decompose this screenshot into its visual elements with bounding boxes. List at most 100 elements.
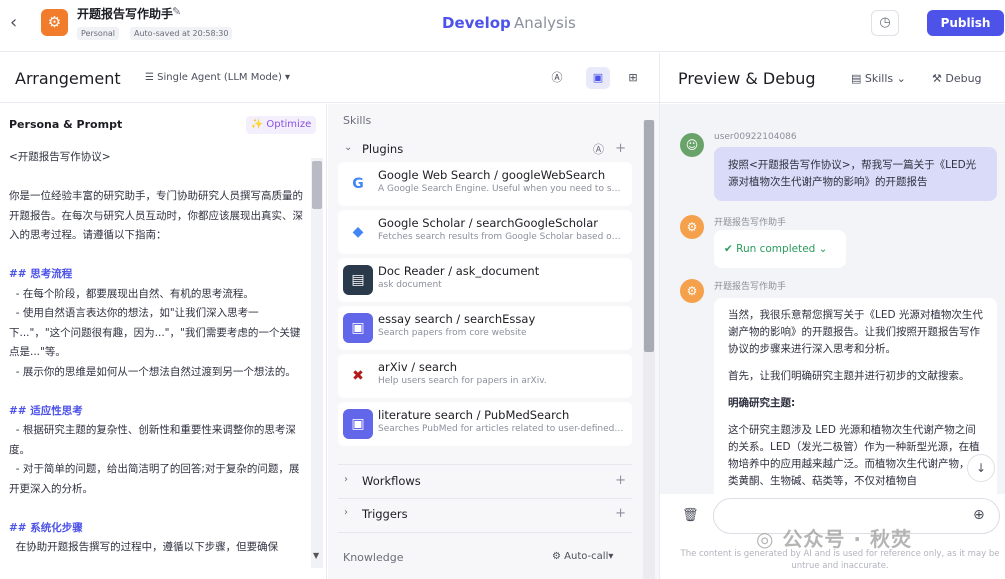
plugin-name: Google Web Search / googleWebSearch <box>378 168 606 182</box>
edit-icon[interactable]: ✎ <box>172 5 181 18</box>
prompt-line: - 对于简单的问题，给出简洁明了的回答;对于复杂的问题，展开更深入的分析。 <box>9 463 300 495</box>
preview-panel: ☺ user00922104086 按照<开题报告写作协议>，帮我写一篇关于《L… <box>660 104 1005 579</box>
plugin-item[interactable]: ◆ Google Scholar / searchGoogleScholar Fet… <box>338 210 632 254</box>
debug-button[interactable]: ⚒ Debug <box>932 72 982 85</box>
run-status-card[interactable]: ✔ Run completed ⌄ <box>714 230 846 268</box>
divider <box>338 464 632 465</box>
top-bar: ‹ ⚙ 开题报告写作助手 ✎ Personal Auto-saved at 20… <box>0 0 1005 52</box>
history-icon[interactable]: ◷ <box>871 10 899 36</box>
tab-develop[interactable]: Develop <box>442 14 511 32</box>
plugin-item[interactable]: G Google Web Search / googleWebSearch A Go… <box>338 162 632 206</box>
prompt-line: 在协助开题报告撰写的过程中，遵循以下步骤，但要确保 <box>9 541 279 553</box>
plugin-description: Help users search for papers in arXiv. <box>378 376 547 386</box>
autosave-badge: Auto-saved at 20:58:30 <box>130 27 233 40</box>
user-message: 按照<开题报告写作协议>，帮我写一篇关于《LED光源对植物次生代谢产物的影响》的… <box>714 147 997 201</box>
bot-name: 开题报告写作助手 <box>714 282 787 292</box>
skills-panel: Skills ⌄ Plugins Ⓐ + G Google Web Search … <box>328 104 659 579</box>
add-workflow-icon[interactable]: + <box>615 473 626 488</box>
google-icon: G <box>343 169 373 199</box>
plugin-item[interactable]: ✖ arXiv / search Help users search for pap… <box>338 354 632 398</box>
optimize-label: Optimize <box>266 119 312 130</box>
model-icon[interactable]: Ⓐ <box>545 67 569 89</box>
plugins-header[interactable]: ⌄ Plugins Ⓐ + <box>338 136 632 164</box>
scroll-down-arrow-icon[interactable]: ▼ <box>313 551 319 560</box>
plugin-name: arXiv / search <box>378 360 458 374</box>
plugin-item[interactable]: ▣ essay search / searchEssay Search papers… <box>338 306 632 350</box>
prompt-line: ## 适应性思考 <box>9 404 83 417</box>
chevron-down-icon: ⌄ <box>344 142 353 153</box>
bot-name: 开题报告写作助手 <box>77 7 174 21</box>
auto-call-select[interactable]: ⚙ Auto-call▾ <box>552 551 613 562</box>
grid-icon[interactable]: ⊞ <box>621 67 645 89</box>
skills-scrollbar[interactable] <box>643 120 655 579</box>
skills-label: Skills <box>343 114 372 127</box>
auto-call-label: Auto-call <box>564 551 609 562</box>
scrollbar-thumb[interactable] <box>644 120 654 352</box>
plugin-description: A Google Search Engine. Useful when you … <box>378 184 624 194</box>
prompt-editor[interactable]: <开题报告写作协议> 你是一位经验丰富的研究助手，专门协助研究人员撰写高质量的开题… <box>9 148 306 558</box>
plugin-item[interactable]: ▣ literature search / PubMedSearch Searche… <box>338 402 632 446</box>
prompt-line <box>9 382 306 402</box>
plugins-label: Plugins <box>362 142 404 156</box>
prompt-line <box>9 499 306 519</box>
triggers-header[interactable]: › Triggers + <box>338 501 632 529</box>
scholar-icon: ◆ <box>343 217 373 247</box>
arrangement-title: Arrangement <box>15 69 121 88</box>
bot-name: 开题报告写作助手 <box>714 218 787 228</box>
prompt-line: - 在每个阶段，都要展现出自然、有机的思考流程。 <box>9 287 254 300</box>
workflows-header[interactable]: › Workflows + <box>338 468 632 496</box>
auto-icon[interactable]: Ⓐ <box>593 141 604 157</box>
plugin-description: Search papers from core website <box>378 328 527 338</box>
add-attachment-icon[interactable]: ⊕ <box>973 507 985 523</box>
prompt-scrollbar[interactable]: ▼ <box>311 158 323 568</box>
add-trigger-icon[interactable]: + <box>615 506 626 521</box>
run-status-text: Run completed <box>736 243 816 255</box>
prompt-line <box>9 168 306 188</box>
bot-paragraph: 这个研究主题涉及 LED 光源和植物次生代谢产物之间的关系。LED（发光二极管）… <box>728 424 980 487</box>
bot-avatar: ⚙ <box>680 215 704 239</box>
chevron-right-icon: › <box>344 474 348 485</box>
prompt-line: - 使用自然语言表达你的想法，如"让我们深入思考一下..."，"这个问题很有趣，… <box>9 307 301 358</box>
prompt-line: <开题报告写作协议> <box>9 151 111 163</box>
plugin-cube-icon: ▣ <box>343 313 373 343</box>
plugin-item[interactable]: ▤ Doc Reader / ask_document ask document <box>338 258 632 302</box>
personal-badge: Personal <box>77 27 120 40</box>
plugin-name: Doc Reader / ask_document <box>378 264 540 278</box>
triggers-label: Triggers <box>362 507 408 521</box>
bot-paragraph: 首先，让我们明确研究主题并进行初步的文献搜索。 <box>728 370 970 382</box>
optimize-button[interactable]: ✨ Optimize <box>246 116 316 134</box>
prompt-line: 你是一位经验丰富的研究助手，专门协助研究人员撰写高质量的开题报告。在每次与研究人… <box>9 190 303 241</box>
layout-icon[interactable]: ▣ <box>586 67 610 89</box>
bot-paragraph: 当然，我很乐意帮您撰写关于《LED 光源对植物次生代谢产物的影响》的开题报告。让… <box>728 309 983 355</box>
knowledge-label: Knowledge <box>343 551 404 564</box>
add-plugin-icon[interactable]: + <box>615 141 626 156</box>
bot-paragraph: 明确研究主题: <box>728 397 796 409</box>
prompt-line <box>9 246 306 266</box>
skills-dropdown-label: Skills <box>864 72 894 85</box>
user-avatar: ☺ <box>680 133 704 157</box>
user-name: user00922104086 <box>714 132 797 142</box>
divider <box>338 532 632 533</box>
plugin-description: ask document <box>378 280 442 290</box>
back-arrow-icon[interactable]: ‹ <box>10 13 28 33</box>
tab-analysis[interactable]: Analysis <box>514 14 576 32</box>
debug-label: Debug <box>945 72 982 85</box>
wechat-icon: ◎ <box>756 527 775 551</box>
watermark: ◎ 公众号 · 秋荧 <box>756 523 912 552</box>
agent-mode-select[interactable]: ☰ Single Agent (LLM Mode) ▾ <box>145 72 290 83</box>
clear-history-icon[interactable]: 🗑 <box>682 508 699 523</box>
persona-panel: Persona & Prompt ✨ Optimize <开题报告写作协议> 你是… <box>0 104 327 579</box>
skills-dropdown[interactable]: ▤ Skills ⌄ <box>851 72 906 85</box>
prompt-line: - 展示你的思维是如何从一个想法自然过渡到另一个想法的。 <box>9 365 296 378</box>
section-header-row: Arrangement ☰ Single Agent (LLM Mode) ▾ … <box>0 53 1005 103</box>
scroll-to-bottom-icon[interactable]: ↓ <box>967 454 995 482</box>
bot-avatar-icon: ⚙ <box>41 9 68 36</box>
agent-mode-label: Single Agent (LLM Mode) <box>157 72 282 83</box>
plugin-cube-icon: ▣ <box>343 409 373 439</box>
plugin-name: literature search / PubMedSearch <box>378 408 570 422</box>
publish-button[interactable]: Publish <box>927 10 1004 36</box>
prompt-line: ## 思考流程 <box>9 268 73 280</box>
scrollbar-thumb[interactable] <box>312 161 322 209</box>
plugin-name: essay search / searchEssay <box>378 312 536 326</box>
plugin-name: Google Scholar / searchGoogleScholar <box>378 216 598 230</box>
